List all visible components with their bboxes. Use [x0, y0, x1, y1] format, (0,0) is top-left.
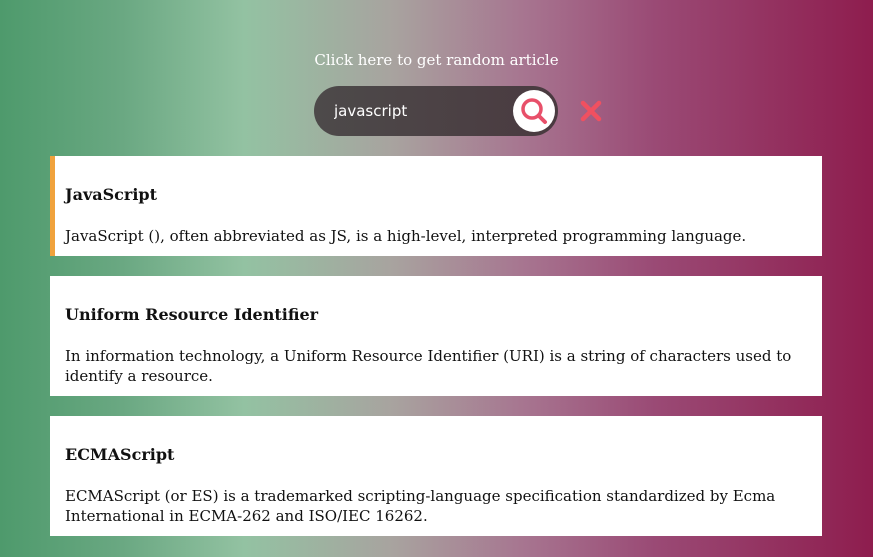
results-list: JavaScript JavaScript (), often abbrevia… — [50, 156, 822, 556]
close-icon — [580, 100, 602, 122]
result-card[interactable]: ECMAScript ECMAScript (or ES) is a trade… — [50, 416, 822, 536]
result-snippet: In information technology, a Uniform Res… — [65, 347, 792, 385]
search-icon — [521, 98, 547, 124]
random-article-link[interactable]: Click here to get random article — [0, 50, 873, 70]
result-title: ECMAScript — [65, 445, 175, 464]
search-input[interactable] — [334, 86, 514, 136]
result-card[interactable]: JavaScript JavaScript (), often abbrevia… — [50, 156, 822, 256]
search-button[interactable] — [513, 90, 555, 132]
result-card[interactable]: Uniform Resource Identifier In informati… — [50, 276, 822, 396]
result-snippet: ECMAScript (or ES) is a trademarked scri… — [65, 487, 776, 525]
result-title: JavaScript — [65, 185, 157, 204]
clear-search-button[interactable] — [580, 100, 602, 122]
result-title: Uniform Resource Identifier — [65, 305, 319, 324]
search-bar — [314, 86, 558, 136]
result-snippet: JavaScript (), often abbreviated as JS, … — [65, 227, 747, 245]
